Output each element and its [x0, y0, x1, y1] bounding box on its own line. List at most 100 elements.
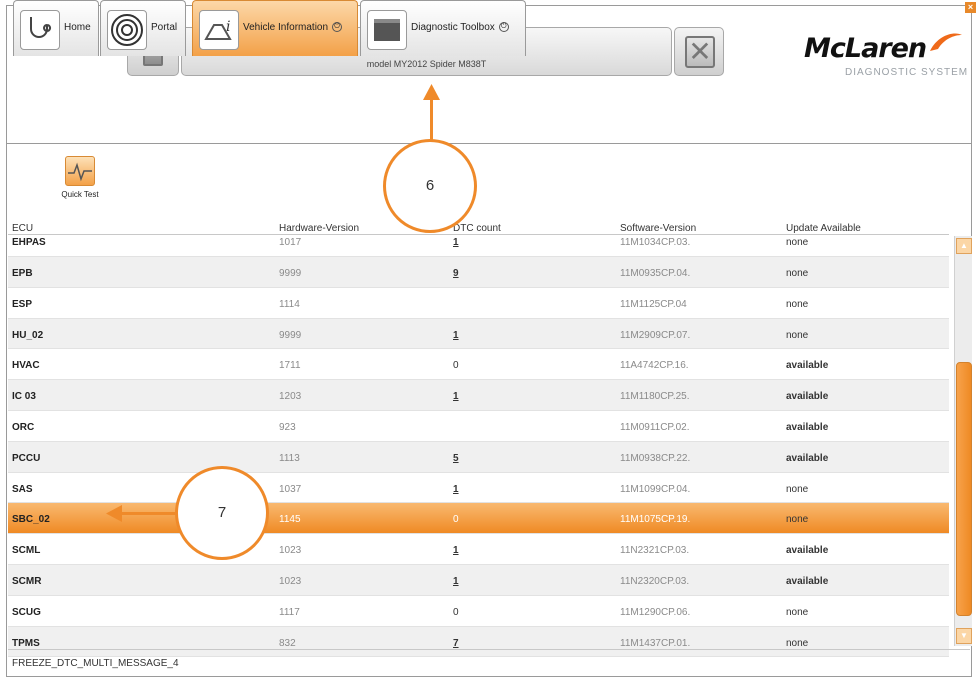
table-row[interactable]: EHPAS 1017 1 11M1034CP.03. none — [8, 235, 949, 257]
col-hardware-version[interactable]: Hardware-Version — [279, 223, 359, 234]
cell-hardware-version: 9999 — [279, 329, 302, 341]
cell-dtc-count[interactable]: 1 — [453, 237, 459, 248]
cell-software-version: 11M1437CP.01. — [620, 637, 691, 649]
tab-underline — [7, 143, 971, 144]
tab-home[interactable]: Home — [13, 0, 99, 56]
cell-ecu: SCMR — [12, 576, 42, 587]
close-x-icon: ✕ — [685, 36, 715, 68]
power-icon[interactable]: ⏻ — [332, 22, 343, 33]
cell-hardware-version: 1023 — [279, 545, 302, 557]
cell-update-available: available — [786, 422, 829, 433]
status-message: FREEZE_DTC_MULTI_MESSAGE_4 — [12, 658, 179, 669]
cell-hardware-version: 1113 — [279, 452, 300, 464]
quick-test-label: Quick Test — [61, 190, 99, 199]
table-row[interactable]: SAS 1037 1 11M1099CP.04. none — [8, 473, 949, 504]
table-row[interactable]: ESP 1114 11M1125CP.04 none — [8, 288, 949, 319]
cell-ecu: HVAC — [12, 360, 40, 372]
cell-dtc-count[interactable]: 7 — [453, 638, 459, 649]
cell-dtc-count[interactable]: 1 — [453, 484, 459, 495]
cell-ecu: SCUG — [12, 606, 41, 618]
arrow-left-icon — [106, 505, 122, 522]
stethoscope-icon — [20, 10, 60, 50]
cell-hardware-version: 1203 — [279, 391, 302, 403]
cell-dtc-count[interactable]: 1 — [453, 330, 459, 341]
scroll-thumb[interactable] — [956, 362, 972, 616]
cell-software-version: 11N2321CP.03. — [620, 545, 690, 557]
cell-update-available: none — [786, 298, 809, 310]
cell-software-version: 11M1290CP.06. — [620, 606, 691, 618]
cell-software-version: 11M0911CP.02. — [620, 422, 690, 433]
cell-dtc-count: 0 — [453, 360, 459, 372]
exit-button[interactable]: ✕ — [674, 27, 724, 76]
cell-update-available: available — [786, 360, 829, 372]
table-row[interactable]: EPB 9999 9 11M0935CP.04. none — [8, 257, 949, 288]
cell-hardware-version: 1711 — [279, 360, 301, 372]
cell-dtc-count[interactable]: 1 — [453, 391, 459, 402]
cell-software-version: 11A4742CP.16. — [620, 360, 689, 372]
arrow-up-icon — [423, 84, 440, 100]
col-update-available[interactable]: Update Available — [786, 223, 861, 234]
cell-hardware-version: 1145 — [279, 514, 301, 526]
cell-dtc-count[interactable]: 9 — [453, 268, 459, 279]
cell-ecu: IC 03 — [12, 391, 36, 403]
table-row[interactable]: SBC_02 1145 0 11M1075CP.19. none — [8, 503, 949, 535]
tab-diagnostic-toolbox[interactable]: Diagnostic Toolbox ⏻ — [360, 0, 526, 56]
cell-software-version: 11M1034CP.03. — [620, 237, 691, 248]
close-icon[interactable]: × — [965, 2, 976, 13]
cell-software-version: 11M0938CP.22. — [620, 452, 691, 464]
scroll-down-icon[interactable]: ▼ — [956, 628, 972, 644]
cell-ecu: ESP — [12, 298, 33, 310]
cell-ecu: SBC_02 — [12, 514, 50, 526]
cell-hardware-version: 1037 — [279, 483, 302, 495]
tab-portal[interactable]: Portal — [100, 0, 186, 56]
cell-update-available: none — [786, 237, 809, 248]
table-row[interactable]: IC 03 1203 1 11M1180CP.25. available — [8, 380, 949, 411]
tab-vehicle-information[interactable]: i Vehicle Information ⏻ — [192, 0, 358, 56]
quick-test-button[interactable]: Quick Test — [57, 156, 103, 204]
cell-dtc-count[interactable]: 5 — [453, 453, 459, 464]
tab-diagnostic-toolbox-label: Diagnostic Toolbox ⏻ — [411, 22, 509, 33]
cell-hardware-version: 1117 — [279, 606, 300, 618]
cell-dtc-count: 0 — [453, 606, 459, 618]
callout-6: 6 — [383, 139, 477, 233]
toolbox-icon — [367, 10, 407, 50]
table-row[interactable]: SCML 1023 1 11N2321CP.03. available — [8, 534, 949, 565]
cell-dtc-count[interactable]: 1 — [453, 576, 459, 587]
cell-hardware-version: 1023 — [279, 576, 302, 587]
cell-dtc-count: 0 — [453, 514, 459, 526]
tab-home-label: Home — [64, 22, 91, 33]
cell-dtc-count[interactable]: 1 — [453, 545, 459, 556]
table-row[interactable]: ORC 923 11M0911CP.02. available — [8, 411, 949, 442]
vertical-scrollbar[interactable]: ▲ ▼ — [954, 236, 972, 646]
cell-ecu: PCCU — [12, 452, 41, 464]
power-icon[interactable]: ⏻ — [498, 22, 509, 33]
cell-update-available: none — [786, 606, 809, 618]
cell-update-available: none — [786, 268, 809, 279]
col-software-version[interactable]: Software-Version — [620, 223, 696, 234]
cell-update-available: none — [786, 514, 809, 526]
cell-update-available: available — [786, 391, 829, 403]
cell-software-version: 11M1125CP.04 — [620, 298, 687, 310]
cell-update-available: none — [786, 637, 809, 649]
cell-software-version: 11M2909CP.07. — [620, 329, 691, 341]
table-row[interactable]: HU_02 9999 1 11M2909CP.07. none — [8, 318, 949, 350]
table-row[interactable]: HVAC 1711 0 11A4742CP.16. available — [8, 349, 949, 381]
cell-hardware-version: 923 — [279, 422, 296, 433]
cell-update-available: none — [786, 329, 809, 341]
table-header: ECU Hardware-Version DTC count Software-… — [8, 221, 949, 235]
spiral-icon — [107, 10, 147, 50]
heartbeat-icon — [65, 156, 95, 186]
col-dtc-count[interactable]: DTC count — [453, 223, 501, 234]
table-row[interactable]: SCMR 1023 1 11N2320CP.03. available — [8, 565, 949, 596]
col-ecu[interactable]: ECU — [12, 223, 33, 234]
scroll-up-icon[interactable]: ▲ — [956, 238, 972, 254]
cell-software-version: 11M0935CP.04. — [620, 268, 691, 279]
cell-ecu: TPMS — [12, 637, 40, 649]
cell-hardware-version: 1017 — [279, 237, 302, 248]
table-row[interactable]: PCCU 1113 5 11M0938CP.22. available — [8, 441, 949, 473]
cell-software-version: 11M1075CP.19. — [620, 514, 691, 526]
logo-subtitle: DIAGNOSTIC SYSTEM — [845, 67, 969, 78]
status-bar: FREEZE_DTC_MULTI_MESSAGE_4 — [8, 649, 970, 675]
tab-portal-label: Portal — [151, 22, 178, 33]
table-row[interactable]: SCUG 1117 0 11M1290CP.06. none — [8, 596, 949, 627]
